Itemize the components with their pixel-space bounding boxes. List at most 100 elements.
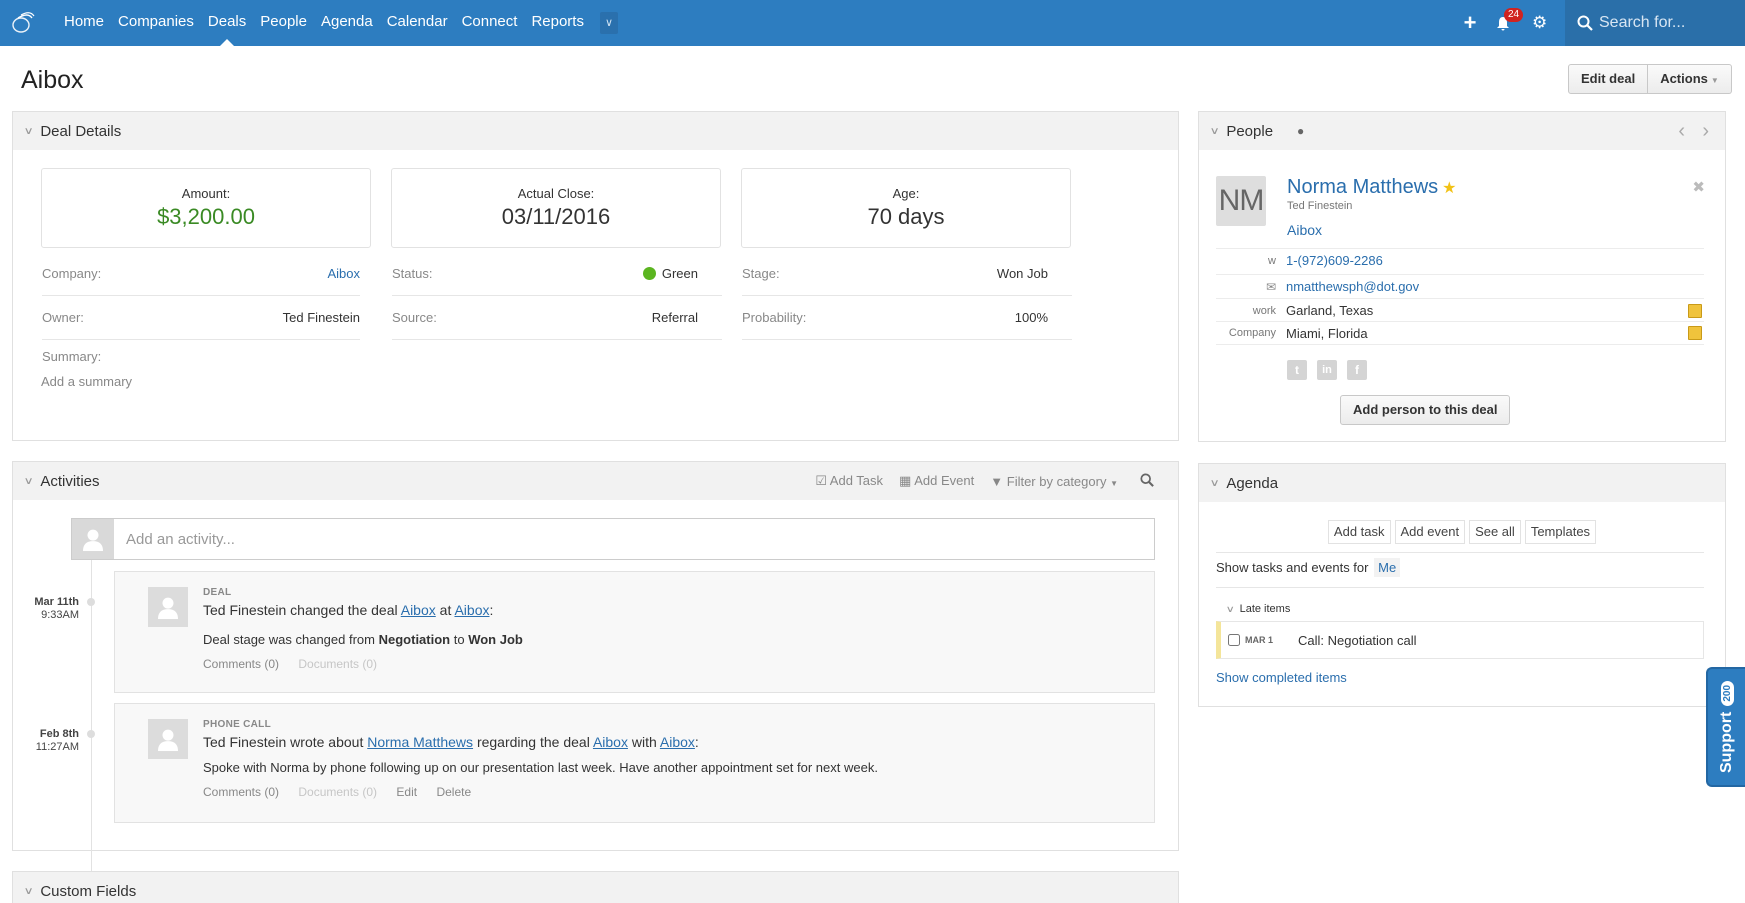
activity-type: PHONE CALL xyxy=(203,719,271,730)
chevron-down-icon: ∨ xyxy=(23,885,34,897)
nav-deals[interactable]: Deals xyxy=(208,0,246,46)
map-icon[interactable] xyxy=(1688,326,1702,340)
bullet-icon: ● xyxy=(1297,124,1305,138)
support-count-badge: 200 xyxy=(1720,680,1733,706)
deal-link[interactable]: Aibox xyxy=(593,734,628,750)
agenda-add-task-button[interactable]: Add task xyxy=(1327,520,1391,544)
amount-label: Amount: xyxy=(181,186,231,201)
divider xyxy=(1216,552,1704,553)
custom-fields-header[interactable]: ∨ Custom Fields xyxy=(13,872,1178,903)
deal-link[interactable]: Aibox xyxy=(401,602,436,618)
notification-count-badge: 24 xyxy=(1504,8,1524,22)
person-name-link[interactable]: Norma Matthews xyxy=(1287,176,1438,198)
star-icon[interactable]: ★ xyxy=(1442,180,1456,197)
documents-link[interactable]: Documents (0) xyxy=(298,785,377,799)
activity-regarding: regarding the deal xyxy=(476,734,590,750)
activity-date-day: Feb 8th xyxy=(39,728,79,740)
nav-people[interactable]: People xyxy=(260,0,307,46)
twitter-icon[interactable]: t xyxy=(1287,360,1307,380)
nav-reports[interactable]: Reports xyxy=(531,0,584,46)
search-input[interactable] xyxy=(1599,14,1739,32)
agenda-see-all-button[interactable]: See all xyxy=(1469,520,1521,544)
notifications-button[interactable]: 24 xyxy=(1496,8,1524,33)
edit-link[interactable]: Edit xyxy=(396,785,417,799)
facebook-icon[interactable]: f xyxy=(1347,360,1367,380)
owner-label: Owner: xyxy=(42,310,84,325)
settings-button[interactable]: ⚙ xyxy=(1532,13,1547,33)
probability-label: Probability: xyxy=(742,310,807,325)
filter-category-dropdown[interactable]: ▼ Filter by category ▼ xyxy=(990,474,1118,489)
add-summary-link[interactable]: Add a summary xyxy=(41,374,132,389)
late-items-toggle[interactable]: ∨ Late items xyxy=(1226,603,1291,615)
agenda-templates-button[interactable]: Templates xyxy=(1524,520,1597,544)
edit-deal-button[interactable]: Edit deal xyxy=(1568,64,1649,94)
comments-link[interactable]: Comments (0) xyxy=(203,785,279,799)
previous-person-button[interactable]: ‹ xyxy=(1678,120,1685,143)
next-person-button[interactable]: › xyxy=(1702,120,1709,143)
agenda-item-title[interactable]: Call: Negotiation call xyxy=(1298,633,1417,648)
activity-links: Comments (0) Documents (0) Edit Delete xyxy=(203,785,1144,799)
phone-link[interactable]: 1-(972)609-2286 xyxy=(1286,253,1704,268)
company-link[interactable]: Aibox xyxy=(660,734,695,750)
activities-panel: ∨ Activities ☑ Add Task ▦ Add Event ▼ Fi… xyxy=(12,461,1179,903)
search-icon xyxy=(1140,472,1154,487)
activities-header[interactable]: ∨ Activities ☑ Add Task ▦ Add Event ▼ Fi… xyxy=(13,462,1178,500)
activity-item: DEAL Ted Finestein changed the deal Aibo… xyxy=(114,571,1155,693)
company-label: Company: xyxy=(42,266,102,281)
chevron-down-icon: ∨ xyxy=(1209,477,1220,489)
nav-actions: + 24 ⚙ xyxy=(1460,0,1547,46)
stage-value: Won Job xyxy=(996,266,1048,281)
company-link[interactable]: Aibox xyxy=(327,266,360,281)
amount-value: $3,200.00 xyxy=(157,204,255,229)
app-logo-icon[interactable] xyxy=(10,10,36,36)
add-event-button[interactable]: ▦ Add Event xyxy=(899,473,974,489)
nav-connect[interactable]: Connect xyxy=(462,0,518,46)
address-value: Miami, Florida xyxy=(1286,325,1368,341)
actions-dropdown-button[interactable]: Actions ▼ xyxy=(1648,64,1732,94)
activity-body: DEAL Ted Finestein changed the deal Aibo… xyxy=(203,587,1144,671)
address-row: Company Miami, Florida xyxy=(1216,321,1704,345)
source-label: Source: xyxy=(392,310,437,325)
show-completed-link[interactable]: Show completed items xyxy=(1216,670,1347,685)
delete-link[interactable]: Delete xyxy=(436,785,471,799)
owner-value: Ted Finestein xyxy=(282,310,360,325)
comments-link[interactable]: Comments (0) xyxy=(203,657,279,671)
amount-stat: Amount: $3,200.00 xyxy=(41,168,371,248)
deal-details-panel: ∨ Deal Details Amount: $3,200.00 Actual … xyxy=(12,111,1179,441)
deal-details-header[interactable]: ∨ Deal Details xyxy=(13,112,1178,150)
remove-person-button[interactable]: ✖ xyxy=(1692,178,1705,196)
show-tasks-user-select[interactable]: Me xyxy=(1374,558,1401,577)
divider xyxy=(1216,587,1704,588)
person-link[interactable]: Norma Matthews xyxy=(367,734,473,750)
map-icon[interactable] xyxy=(1688,303,1702,318)
nav-agenda[interactable]: Agenda xyxy=(321,0,373,46)
add-task-button[interactable]: ☑ Add Task xyxy=(815,473,883,489)
activities-search-button[interactable] xyxy=(1140,472,1154,490)
agenda-item-date: MAR 1 xyxy=(1245,635,1274,645)
current-user-avatar xyxy=(72,519,114,559)
add-new-button[interactable]: + xyxy=(1460,10,1480,36)
agenda-item-checkbox[interactable] xyxy=(1228,634,1240,646)
nav-companies[interactable]: Companies xyxy=(118,0,194,46)
chevron-down-icon: ∨ xyxy=(23,475,34,487)
nav-more-button[interactable]: ∨ xyxy=(599,12,618,34)
nav-home[interactable]: Home xyxy=(64,0,104,46)
page-title: Aibox xyxy=(21,66,84,94)
activity-text-prefix: Deal stage was changed from xyxy=(203,632,375,647)
support-tab[interactable]: Support 200 xyxy=(1706,667,1745,787)
nav-calendar[interactable]: Calendar xyxy=(387,0,448,46)
global-search xyxy=(1565,0,1745,46)
agenda-header[interactable]: ∨ Agenda xyxy=(1199,464,1725,502)
people-header[interactable]: ∨ People ● ‹ › xyxy=(1199,112,1725,150)
email-link[interactable]: nmatthewsph@dot.gov xyxy=(1286,279,1704,294)
gear-icon: ⚙ xyxy=(1532,13,1548,32)
company-link[interactable]: Aibox xyxy=(454,602,489,618)
probability-value: 100% xyxy=(1014,310,1048,325)
linkedin-icon[interactable]: in xyxy=(1317,360,1337,380)
add-person-button[interactable]: Add person to this deal xyxy=(1340,395,1511,425)
activity-text: Deal stage was changed from Negotiation … xyxy=(203,632,1144,647)
person-company-link[interactable]: Aibox xyxy=(1287,222,1322,238)
agenda-add-event-button[interactable]: Add event xyxy=(1394,520,1466,544)
documents-link[interactable]: Documents (0) xyxy=(298,657,377,671)
add-activity-input[interactable] xyxy=(114,519,1154,559)
